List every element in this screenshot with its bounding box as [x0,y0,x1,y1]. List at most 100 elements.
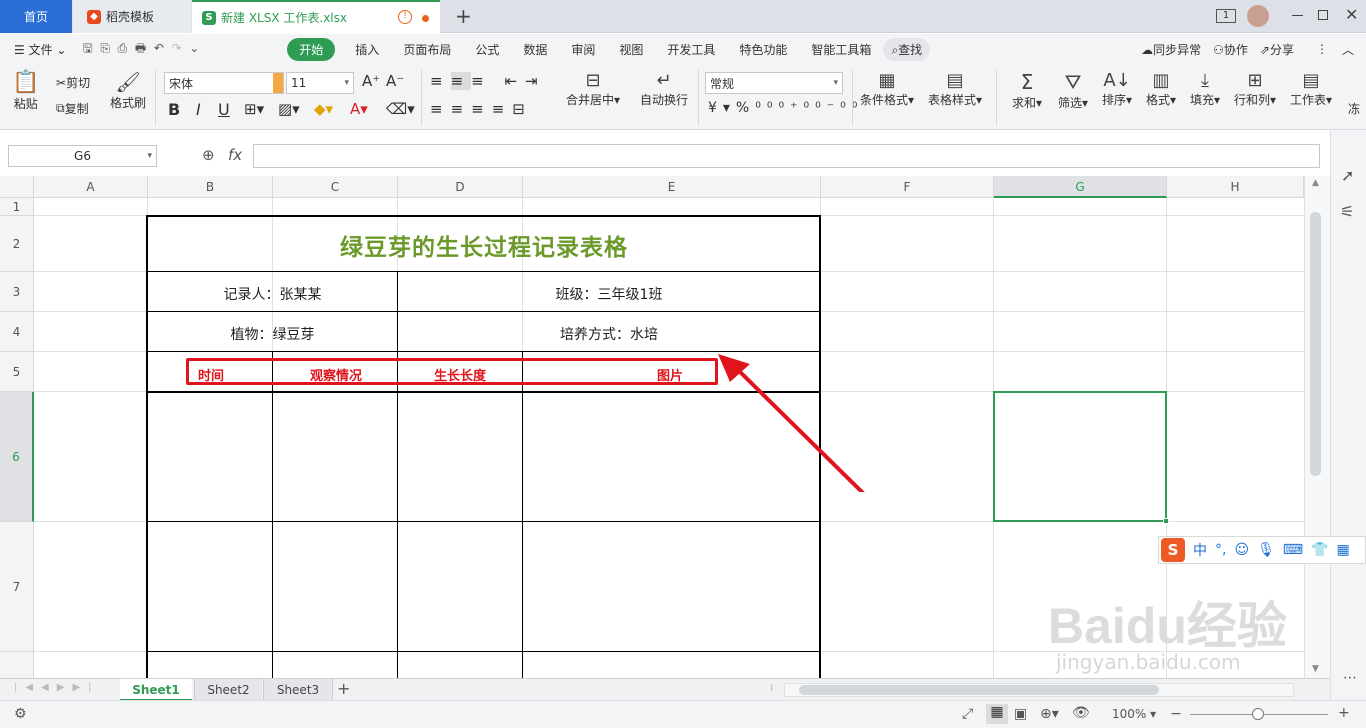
ime-zh-label[interactable]: 中 [1193,540,1207,560]
page-layout-icon[interactable]: ▣ [1014,706,1027,722]
row-header-1[interactable]: 1 [0,198,34,216]
column-header-a[interactable]: A [34,176,148,198]
cursor-select-icon[interactable]: ➚ [1341,166,1354,185]
wrap-text-button[interactable]: ↵ 自动换行 [640,70,688,108]
h-scroll-thumb[interactable] [799,685,1159,695]
filter-button[interactable]: ⛛ 筛选▾ [1058,70,1088,111]
row-header-7[interactable]: 7 [0,522,34,652]
rowcol-button[interactable]: ⊞ 行和列▾ [1234,70,1276,108]
sheet-tab-3[interactable]: Sheet3 [263,679,333,701]
sheet-nav-icons[interactable]: |◀◀▶▶| [14,682,100,693]
copy-button[interactable]: ⧉ 复制 [56,100,89,117]
share-button[interactable]: ⇗分享 [1254,41,1300,58]
avatar[interactable] [1247,5,1269,27]
more-icon[interactable]: ⋮ [1300,42,1338,56]
tab-docer[interactable]: ◆ 稻壳模板 [73,0,191,33]
tab-formulas[interactable]: 公式 [463,41,511,58]
tab-data[interactable]: 数据 [511,41,559,58]
tab-developer[interactable]: 开发工具 [655,41,727,58]
column-header-e[interactable]: E [523,176,821,198]
emoji-icon[interactable]: ☺ [1234,542,1249,558]
tab-start[interactable]: 开始 [287,37,336,61]
fill-handle[interactable] [1163,518,1169,524]
fill-button[interactable]: ⤓ 填充▾ [1190,70,1220,108]
collapse-ribbon-icon[interactable]: ︿ [1338,41,1366,58]
normal-view-icon[interactable]: ▦ [986,704,1008,724]
tab-review[interactable]: 审阅 [559,41,607,58]
name-box[interactable]: G6 ▾ [8,145,157,167]
fullscreen-icon[interactable]: ⤢ [962,706,973,722]
print-icon[interactable]: 🖶 [135,41,146,55]
format-button[interactable]: ▥ 格式▾ [1146,70,1176,108]
font-size-select[interactable]: 11 ▾ [286,72,354,94]
formula-input[interactable] [253,144,1320,168]
paste-button[interactable]: 📋 粘贴 [12,70,39,112]
number-format-icons[interactable]: ¥▾%⁰⁰⁰⁺⁰⁰⁻⁰⁰ [708,100,863,116]
row-header-5[interactable]: 5 [0,352,34,392]
skin-icon[interactable]: 👕 [1311,542,1328,558]
ime-toolbar[interactable]: S 中 °, ☺ 🎙 ⌨ 👕 ▦ [1158,536,1366,564]
freeze-button[interactable]: 冻 [1348,100,1360,117]
column-header-b[interactable]: B [148,176,273,198]
close-icon[interactable]: ✕ [1345,5,1358,24]
table-style-button[interactable]: ▤ 表格样式▾ [928,70,982,108]
eye-protection-icon[interactable]: 👁 [1072,705,1090,721]
splitter-icon[interactable]: ⁞ [770,683,773,694]
customize-icon[interactable]: ⌄ [189,41,199,55]
settings-sliders-icon[interactable]: ⚟ [1340,202,1354,221]
font-color-icon[interactable]: A▾ [350,100,368,118]
sheet-tab-2[interactable]: Sheet2 [194,679,262,701]
scroll-down-icon[interactable]: ▼ [1312,664,1319,674]
sum-button[interactable]: Σ 求和▾ [1012,70,1042,111]
scroll-up-icon[interactable]: ▲ [1312,178,1319,188]
zoom-formula-icon[interactable]: ⊕ [202,146,215,164]
window-count-badge[interactable]: 1 [1216,9,1236,23]
zoom-select[interactable]: 100% ▾ [1112,707,1156,721]
redo-icon[interactable]: ↷ [172,41,182,55]
column-header-f[interactable]: F [821,176,994,198]
row-header-2[interactable]: 2 [0,216,34,272]
warning-icon[interactable]: ! [398,10,412,24]
cell-class[interactable]: 班级：三年级1班 [398,284,820,304]
cell-recorder[interactable]: 记录人：张某某 [148,284,397,304]
minimize-icon[interactable] [1292,15,1303,16]
tab-page-layout[interactable]: 页面布局 [391,41,463,58]
row-header-6[interactable]: 6 [0,392,34,522]
file-menu[interactable]: ☰ 文件 ⌄ [0,41,78,58]
row-header-3[interactable]: 3 [0,272,34,312]
selected-cell-g6[interactable] [993,391,1167,522]
sheet-title[interactable]: 绿豆芽的生长过程记录表格 [148,228,820,262]
bold-icon[interactable]: B [168,100,180,119]
more-icon[interactable]: ⋯ [1343,670,1357,686]
column-header-d[interactable]: D [398,176,523,198]
font-grow-icon[interactable]: A⁺ [362,72,380,90]
tab-home[interactable]: 首页 [0,0,72,33]
sort-button[interactable]: A↓ 排序▾ [1102,70,1132,108]
page-break-icon[interactable]: ⊕▾ [1040,706,1059,722]
tab-view[interactable]: 视图 [607,41,655,58]
column-header-c[interactable]: C [273,176,398,198]
underline-icon[interactable]: U [218,100,230,119]
column-header-h[interactable]: H [1167,176,1304,198]
font-shrink-icon[interactable]: A⁻ [386,72,404,90]
microphone-icon[interactable]: 🎙 [1257,542,1275,558]
horizontal-align-icons[interactable]: ≡≡≡≡⊟ [430,100,533,118]
cut-button[interactable]: ✂ 剪切 [56,74,90,91]
eraser-icon[interactable]: ⌫▾ [386,100,415,118]
conditional-format-button[interactable]: ▦ 条件格式▾ [860,70,914,108]
toolbox-icon[interactable]: ▦ [1337,542,1350,558]
row-header-4[interactable]: 4 [0,312,34,352]
format-painter-button[interactable]: 🖌 格式刷 [110,70,146,111]
zoom-in-icon[interactable]: + [1338,705,1350,721]
collab-button[interactable]: ⚇协作 [1207,41,1254,58]
search-box[interactable]: ⌕查找 [883,37,931,61]
tab-insert[interactable]: 插入 [343,41,391,58]
print-preview-icon[interactable]: ⎙ [118,41,128,55]
vertical-scrollbar[interactable]: ▲ ▼ [1304,176,1330,678]
restore-icon[interactable] [1318,10,1328,20]
cell-plant[interactable]: 植物：绿豆芽 [148,324,397,344]
keyboard-icon[interactable]: ⌨ [1283,542,1303,558]
undo-icon[interactable]: ↶ [154,41,164,55]
sheet-tab-1[interactable]: Sheet1 [120,679,192,701]
tab-features[interactable]: 特色功能 [727,41,799,58]
